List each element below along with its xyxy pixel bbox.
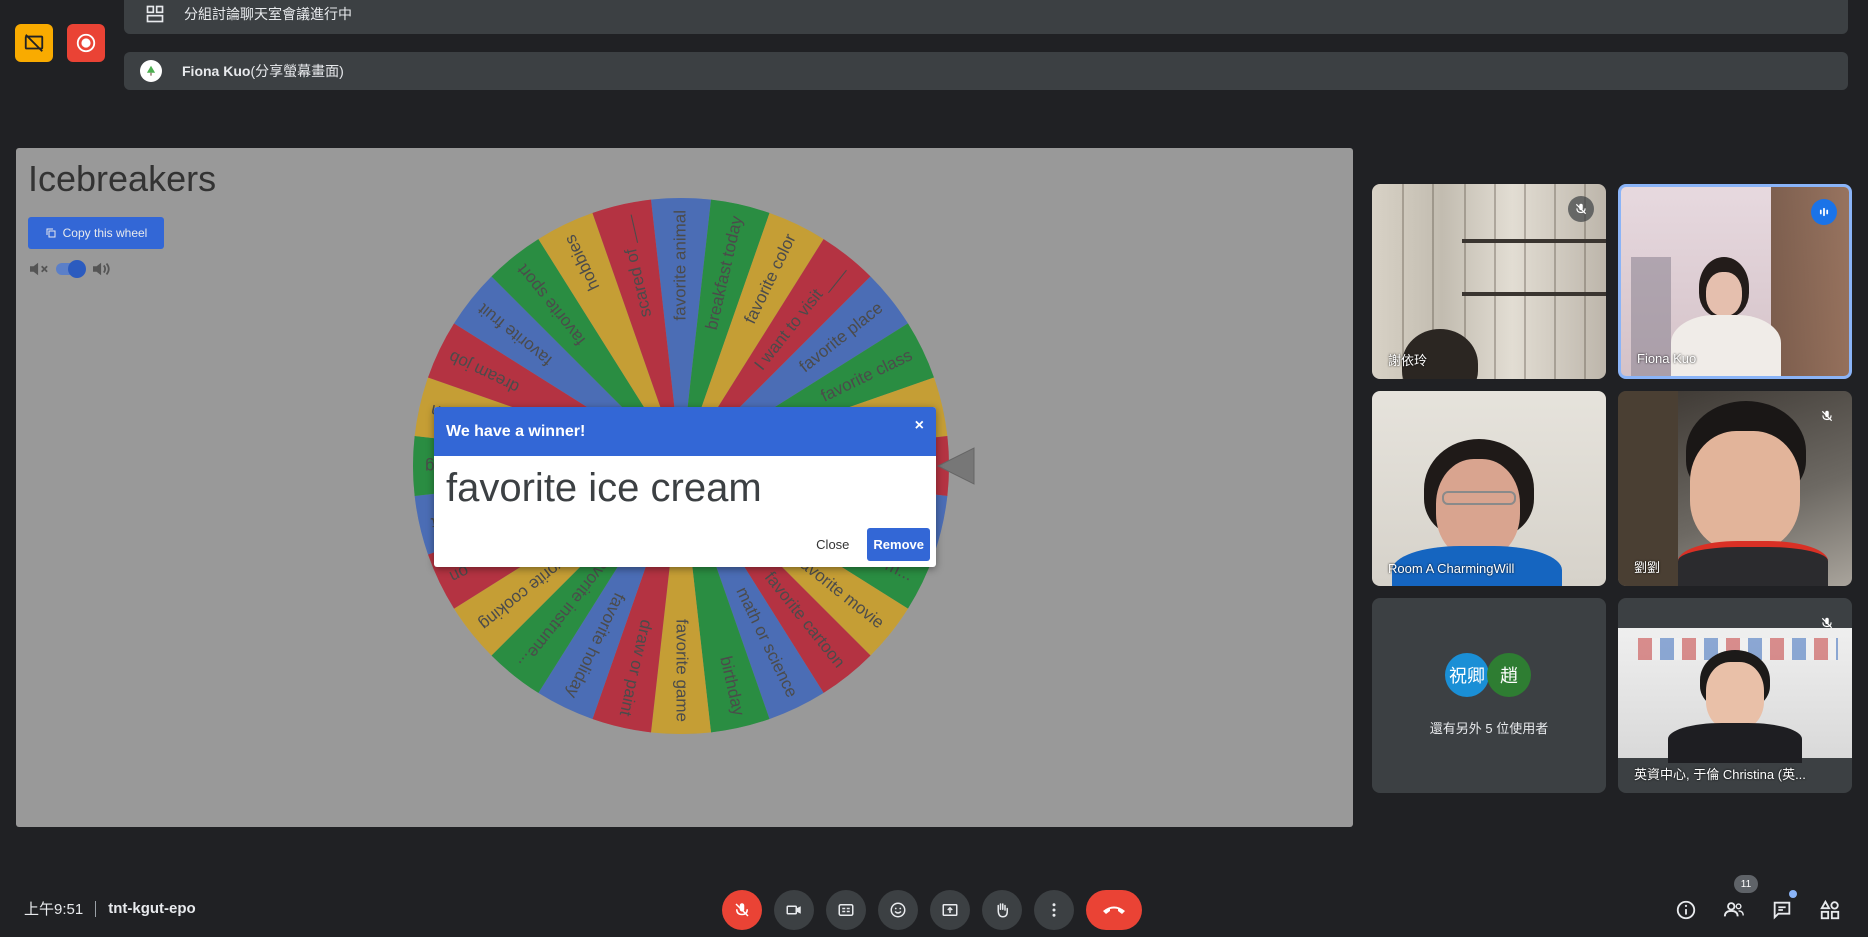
sound-controls — [28, 260, 114, 278]
participant-tile[interactable]: 劉劉 — [1618, 391, 1852, 586]
more-participants-text: 還有另外 5 位使用者 — [1429, 721, 1549, 736]
presenter-banner[interactable]: Fiona Kuo (分享螢幕畫面) — [124, 52, 1848, 90]
meeting-details-button[interactable] — [1672, 896, 1700, 924]
winner-dialog-header: We have a winner! × — [434, 407, 936, 456]
mic-off-icon — [1814, 403, 1840, 429]
wheel-pointer-icon — [936, 447, 975, 485]
close-button[interactable]: Close — [806, 529, 859, 560]
sound-toggle[interactable] — [56, 260, 86, 278]
more-options-button[interactable] — [1034, 890, 1074, 930]
presentation-stop-indicator[interactable] — [15, 24, 53, 62]
participant-name: 英資中心, 于倫 Christina (英... — [1634, 767, 1806, 782]
breakout-rooms-icon — [144, 3, 166, 25]
meeting-code: tnt-kgut-epo — [108, 900, 196, 917]
participant-tile[interactable]: 謝依玲 — [1372, 184, 1606, 379]
meeting-info: 上午9:51 tnt-kgut-epo — [24, 898, 196, 919]
winner-text: favorite ice cream — [446, 466, 762, 510]
tree-icon — [146, 65, 156, 76]
participant-tile[interactable]: 英資中心, 于倫 Christina (英... — [1618, 598, 1852, 793]
speaking-indicator-icon — [1811, 199, 1837, 225]
activities-button[interactable] — [1816, 896, 1844, 924]
present-off-icon — [24, 34, 44, 52]
presenter-avatar — [140, 60, 162, 82]
more-participants-tile[interactable]: 祝卿 趙 還有另外 5 位使用者 — [1372, 598, 1606, 793]
activities-icon — [1820, 899, 1840, 920]
breakout-banner-text: 分組討論聊天室會議進行中 — [184, 6, 352, 22]
people-button[interactable] — [1720, 896, 1748, 924]
participant-name: 謝依玲 — [1388, 353, 1428, 368]
mic-off-icon — [1814, 610, 1840, 636]
remove-button[interactable]: Remove — [867, 528, 930, 561]
avatar: 趙 — [1487, 653, 1531, 697]
camera-icon — [786, 905, 801, 915]
present-icon — [942, 904, 958, 916]
participant-name: 劉劉 — [1634, 560, 1661, 575]
mic-off-icon — [735, 903, 749, 917]
page-title: Icebreakers — [28, 158, 217, 199]
people-count-badge: 11 — [1734, 875, 1758, 893]
participant-tile[interactable]: Fiona Kuo — [1618, 184, 1852, 379]
chat-button[interactable] — [1768, 896, 1796, 924]
presenter-name: Fiona Kuo — [182, 63, 251, 79]
info-icon — [1676, 900, 1696, 920]
emoji-icon — [890, 902, 906, 918]
avatar: 祝卿 — [1445, 653, 1489, 697]
people-icon — [1723, 902, 1744, 917]
winner-dialog-title: We have a winner! — [446, 422, 586, 440]
mic-toggle-button[interactable] — [722, 890, 762, 930]
chat-icon — [1773, 901, 1791, 920]
copy-icon — [46, 228, 56, 238]
mute-sound-icon[interactable] — [28, 260, 50, 278]
hand-icon — [997, 903, 1008, 918]
copy-wheel-button[interactable]: Copy this wheel — [28, 217, 164, 249]
leave-call-button[interactable] — [1086, 890, 1142, 930]
clock-time: 上午9:51 — [24, 901, 84, 918]
close-icon[interactable]: × — [915, 417, 924, 435]
present-screen-button[interactable] — [930, 890, 970, 930]
breakout-banner: 分組討論聊天室會議進行中 — [124, 0, 1848, 34]
participant-name: Room A CharmingWill — [1388, 561, 1515, 576]
raise-hand-button[interactable] — [982, 890, 1022, 930]
volume-up-icon[interactable] — [90, 260, 114, 278]
hang-up-icon — [1103, 906, 1125, 914]
captions-button[interactable] — [826, 890, 866, 930]
recording-indicator[interactable] — [67, 24, 105, 62]
copy-wheel-label: Copy this wheel — [62, 226, 148, 240]
presenter-suffix: (分享螢幕畫面) — [250, 63, 344, 79]
mic-off-icon — [1568, 196, 1594, 222]
winner-dialog: We have a winner! × favorite ice cream C… — [434, 407, 936, 567]
captions-icon — [838, 904, 854, 916]
reactions-button[interactable] — [878, 890, 918, 930]
participant-name: Fiona Kuo — [1637, 351, 1697, 366]
presentation-stage: Icebreakers Copy this wheel favorite ani… — [16, 148, 1353, 827]
chat-notification-dot — [1789, 890, 1797, 898]
camera-toggle-button[interactable] — [774, 890, 814, 930]
record-icon — [76, 33, 96, 53]
participant-tile[interactable]: Room A CharmingWill — [1372, 391, 1606, 586]
more-vertical-icon — [1052, 903, 1056, 917]
